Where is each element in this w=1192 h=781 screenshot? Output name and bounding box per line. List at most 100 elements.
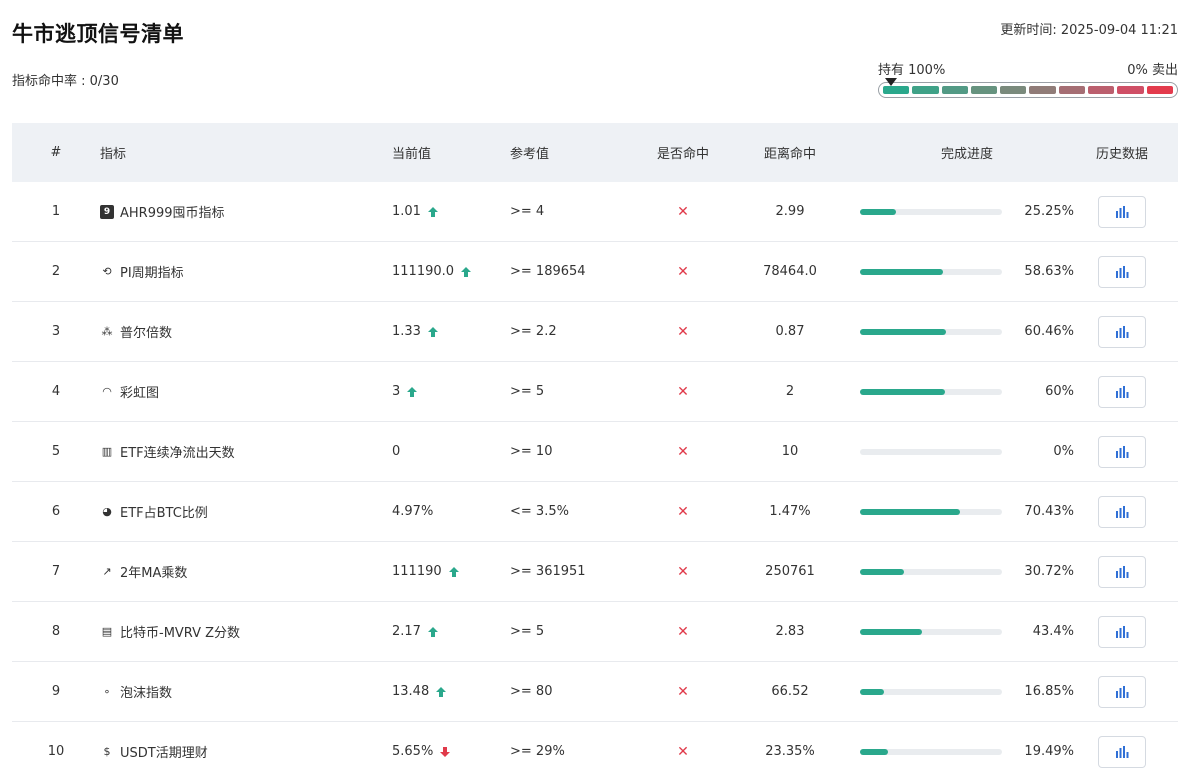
not-hit-x-icon: ✕: [677, 383, 689, 400]
progress-percent: 58.63%: [1024, 264, 1074, 279]
indicator-name[interactable]: PI周期指标: [120, 262, 184, 281]
progress-track: [860, 748, 1002, 755]
hit-cell: ✕: [638, 384, 728, 400]
current-value: 1.33: [392, 324, 421, 339]
distance-value: 250761: [765, 564, 815, 579]
distance-value: 78464.0: [763, 264, 817, 279]
indicator-name[interactable]: 2年MA乘数: [120, 562, 187, 581]
distance-value: 2: [785, 384, 795, 399]
history-chart-button[interactable]: [1098, 675, 1146, 708]
progress-cell: 0%: [852, 444, 1082, 459]
line-chart-icon: ↗: [102, 565, 112, 578]
indicator-cell: ◕ ETF占BTC比例: [100, 502, 392, 521]
table-row: 5 ▥ ETF连续净流出天数 0 >= 10 ✕ 10 0%: [12, 422, 1178, 482]
hit-cell: ✕: [638, 324, 728, 340]
nine-badge-icon: 9: [100, 204, 114, 219]
cycle-icon: ⟲: [102, 265, 112, 278]
indicator-name[interactable]: ETF连续净流出天数: [120, 442, 235, 461]
progress-track: [860, 628, 1002, 635]
gauge-segment: [1117, 86, 1144, 94]
progress-cell: 19.49%: [852, 744, 1082, 759]
trend-up-icon: [427, 326, 439, 338]
indicator-name[interactable]: ETF占BTC比例: [120, 502, 208, 521]
history-chart-button[interactable]: [1098, 615, 1146, 648]
bar-chart-icon: [1116, 205, 1129, 218]
row-number: 10: [47, 744, 65, 759]
signal-table: # 指标 当前值 参考值 是否命中 距离命中 完成进度 历史数据 1 9 AHR…: [12, 123, 1178, 781]
history-chart-button[interactable]: [1098, 555, 1146, 588]
not-hit-x-icon: ✕: [677, 443, 689, 460]
hit-rate: 指标命中率 : 0/30: [12, 74, 119, 89]
progress-track: [860, 388, 1002, 395]
progress-fill: [860, 508, 960, 515]
progress-track: [860, 568, 1002, 575]
col-header-indicator: 指标: [100, 147, 127, 162]
not-hit-x-icon: ✕: [677, 563, 689, 580]
reference-value: <= 3.5%: [510, 504, 569, 519]
gauge-segment: [1088, 86, 1115, 94]
gauge-sell-label: 0% 卖出: [1127, 63, 1178, 78]
indicator-name[interactable]: AHR999囤币指标: [120, 202, 225, 221]
indicator-name[interactable]: 普尔倍数: [120, 322, 172, 341]
progress-track: [860, 448, 1002, 455]
progress-cell: 25.25%: [852, 204, 1082, 219]
progress-fill: [860, 268, 944, 275]
progress-percent: 0%: [1053, 444, 1074, 459]
progress-fill: [860, 628, 922, 635]
history-chart-button[interactable]: [1098, 315, 1146, 348]
current-value: 2.17: [392, 624, 421, 639]
progress-cell: 60.46%: [852, 324, 1082, 339]
table-row: 9 ∘ 泡沫指数 13.48 >= 80 ✕ 66.52 16.85%: [12, 662, 1178, 722]
gauge-segment: [883, 86, 910, 94]
bar-chart-icon: [1116, 625, 1129, 638]
history-chart-button[interactable]: [1098, 735, 1146, 768]
history-chart-button[interactable]: [1098, 495, 1146, 528]
hit-cell: ✕: [638, 264, 728, 280]
indicator-cell: ▥ ETF连续净流出天数: [100, 442, 392, 461]
col-header-current: 当前值: [392, 147, 432, 162]
progress-cell: 58.63%: [852, 264, 1082, 279]
col-header-distance: 距离命中: [763, 147, 816, 162]
gauge-segment: [1058, 86, 1086, 94]
gauge-segment: [1029, 86, 1056, 94]
hit-cell: ✕: [638, 564, 728, 580]
trend-up-icon: [427, 206, 439, 218]
current-value: 5.65%: [392, 744, 434, 759]
distance-value: 2.83: [775, 624, 805, 639]
trend-up-icon: [448, 566, 460, 578]
current-value-cell: 3: [392, 384, 510, 399]
gauge-segment: [970, 86, 998, 94]
bar-chart-icon: [1116, 745, 1129, 758]
indicator-cell: ⟲ PI周期指标: [100, 262, 392, 281]
reference-value: >= 189654: [510, 264, 586, 279]
col-header-num: #: [50, 145, 62, 160]
clipboard-icon: ▤: [101, 625, 113, 638]
history-chart-button[interactable]: [1098, 435, 1146, 468]
bar-chart-icon: [1116, 445, 1129, 458]
row-number: 7: [51, 564, 61, 579]
distance-value: 10: [781, 444, 799, 459]
indicator-name[interactable]: 泡沫指数: [120, 682, 172, 701]
reference-value: >= 4: [510, 204, 545, 219]
current-value: 0: [392, 444, 401, 459]
gauge-segment: [941, 86, 968, 94]
history-chart-button[interactable]: [1098, 195, 1146, 228]
indicator-name[interactable]: 彩虹图: [120, 382, 159, 401]
not-hit-x-icon: ✕: [677, 743, 689, 760]
history-chart-button[interactable]: [1098, 255, 1146, 288]
history-cell: [1082, 615, 1162, 648]
indicator-name[interactable]: USDT活期理财: [120, 742, 208, 761]
current-value-cell: 4.97%: [392, 504, 510, 519]
current-value-cell: 5.65%: [392, 744, 510, 759]
trend-up-icon: [427, 626, 439, 638]
bar-chart-icon: [1116, 325, 1129, 338]
progress-cell: 60%: [852, 384, 1082, 399]
progress-fill: [860, 688, 884, 695]
col-header-history: 历史数据: [1095, 147, 1148, 162]
progress-cell: 43.4%: [852, 624, 1082, 639]
indicator-name[interactable]: 比特币-MVRV Z分数: [120, 622, 240, 641]
history-cell: [1082, 375, 1162, 408]
history-chart-button[interactable]: [1098, 375, 1146, 408]
progress-fill: [860, 328, 946, 335]
current-value-cell: 111190: [392, 564, 510, 579]
